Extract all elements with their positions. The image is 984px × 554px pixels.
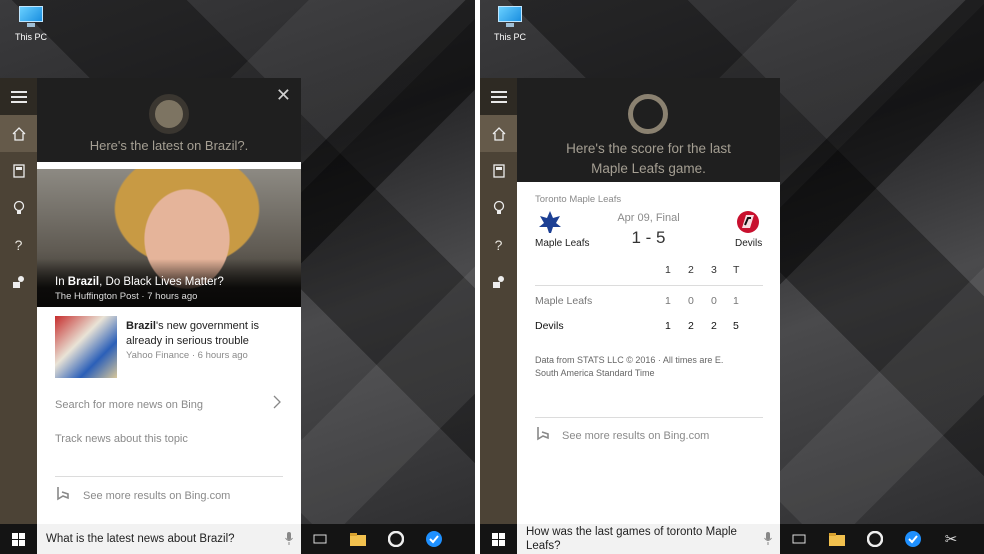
microphone-icon[interactable]: [764, 532, 772, 548]
divider: [55, 476, 283, 477]
away-team-name: Devils: [735, 238, 763, 249]
period-header: 2: [688, 264, 694, 276]
see-more-bing-link[interactable]: See more results on Bing.com: [83, 490, 230, 502]
opera-icon[interactable]: [377, 524, 415, 554]
notebook-icon[interactable]: [480, 152, 517, 189]
period-header: T: [733, 264, 740, 276]
start-button[interactable]: [0, 524, 37, 554]
search-more-news-link[interactable]: Search for more news on Bing: [55, 399, 203, 411]
help-icon[interactable]: ?: [480, 226, 517, 263]
hamburger-icon[interactable]: [0, 78, 37, 115]
period-header: 3: [711, 264, 717, 276]
close-icon[interactable]: ✕: [276, 86, 291, 104]
task-view-icon[interactable]: [301, 524, 339, 554]
cortana-header: ✕ Here's the latest on Brazil?.: [37, 78, 301, 162]
story-headline[interactable]: Brazil's new government is already in ser…: [126, 319, 294, 349]
news-hero-card[interactable]: In Brazil, Do Black Lives Matter? The Hu…: [37, 169, 301, 307]
cortana-orb-icon[interactable]: [149, 94, 189, 134]
box-score-table: 1 2 3 T Maple Leafs 1 0 0 1 Devils 1 2 2…: [535, 264, 763, 334]
cortana-search-box[interactable]: What is the latest news about Brazil?: [37, 524, 301, 554]
see-more-bing-link[interactable]: See more results on Bing.com: [562, 430, 709, 442]
period-header-row: 1 2 3 T: [535, 264, 763, 278]
team-cell: Maple Leafs: [535, 295, 593, 307]
search-query: How was the last games of toronto Maple …: [526, 526, 737, 552]
period-header: 1: [665, 264, 671, 276]
file-explorer-icon[interactable]: [818, 524, 856, 554]
taskbar: ✂: [780, 524, 984, 554]
cortana-side-rail: ?: [480, 78, 517, 524]
microphone-icon[interactable]: [285, 532, 293, 548]
team-cell: Devils: [535, 320, 564, 332]
cortana-search-box[interactable]: How was the last games of toronto Maple …: [517, 524, 780, 554]
home-icon[interactable]: [0, 115, 37, 152]
story-source: Yahoo Finance · 6 hours ago: [126, 350, 248, 361]
score-cell: 5: [733, 320, 739, 332]
search-query: What is the latest news about Brazil?: [46, 533, 235, 545]
table-row: Maple Leafs 1 0 0 1: [535, 295, 763, 309]
scissors-icon[interactable]: ✂: [932, 524, 970, 554]
cortana-panel: ✕ Here's the latest on Brazil?. In Brazi…: [37, 78, 301, 524]
this-pc-desktop-icon[interactable]: This PC: [487, 6, 533, 42]
taskbar: [301, 524, 475, 554]
bing-icon: [537, 426, 549, 447]
story-thumbnail[interactable]: [55, 316, 117, 378]
hamburger-icon[interactable]: [480, 78, 517, 115]
home-icon[interactable]: [480, 115, 517, 152]
cortana-prompt: Here's the latest on Brazil?.: [89, 138, 249, 153]
cortana-orb-icon[interactable]: [628, 94, 668, 134]
opera-icon[interactable]: [856, 524, 894, 554]
lightbulb-icon[interactable]: [0, 189, 37, 226]
track-news-link[interactable]: Track news about this topic: [55, 433, 188, 445]
task-view-icon[interactable]: [780, 524, 818, 554]
bing-icon: [57, 486, 69, 507]
score-cell: 2: [711, 320, 717, 332]
score-cell: 1: [665, 295, 671, 307]
cortana-side-rail: ?: [0, 78, 37, 524]
file-explorer-icon[interactable]: [339, 524, 377, 554]
feedback-icon[interactable]: [0, 263, 37, 300]
desktop-icon-label: This PC: [14, 32, 47, 42]
notebook-icon[interactable]: [0, 152, 37, 189]
hero-headline: In Brazil, Do Black Lives Matter?: [55, 276, 224, 288]
card-header: Toronto Maple Leafs: [535, 194, 622, 205]
this-pc-desktop-icon[interactable]: This PC: [8, 6, 54, 42]
start-button[interactable]: [480, 524, 517, 554]
computer-icon: [16, 6, 46, 28]
cortana-header: Here's the score for the last Maple Leaf…: [517, 78, 780, 182]
right-screenshot: This PC ? Here's the score for the last …: [480, 0, 984, 554]
score-cell: 1: [733, 295, 739, 307]
divider: [535, 417, 763, 418]
left-screenshot: This PC ? ✕ Here's the latest on Brazil?…: [0, 0, 475, 554]
browser-icon[interactable]: [415, 524, 453, 554]
help-icon[interactable]: ?: [0, 226, 37, 263]
browser-icon[interactable]: [894, 524, 932, 554]
windows-logo-icon: [12, 532, 25, 546]
score-cell: 2: [688, 320, 694, 332]
cortana-panel: Here's the score for the last Maple Leaf…: [517, 78, 780, 524]
desktop-icon-label: This PC: [493, 32, 526, 42]
score-cell: 1: [665, 320, 671, 332]
computer-icon: [495, 6, 525, 28]
table-row: Devils 1 2 2 5: [535, 320, 763, 334]
lightbulb-icon[interactable]: [480, 189, 517, 226]
hero-source: The Huffington Post · 7 hours ago: [55, 291, 198, 302]
score-cell: 0: [688, 295, 694, 307]
devils-logo-icon: [736, 210, 760, 234]
cortana-prompt: Here's the score for the last Maple Leaf…: [566, 141, 731, 176]
windows-logo-icon: [492, 532, 505, 546]
data-footnote: Data from STATS LLC © 2016 · All times a…: [535, 355, 724, 378]
score-cell: 0: [711, 295, 717, 307]
chevron-right-icon[interactable]: [273, 395, 281, 414]
feedback-icon[interactable]: [480, 263, 517, 300]
